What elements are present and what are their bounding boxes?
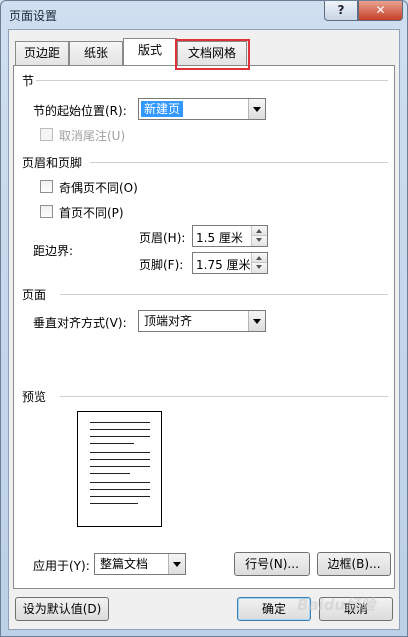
spin-down-icon[interactable] [252, 263, 267, 273]
vertical-align-label: 垂直对齐方式(V): [33, 316, 127, 330]
set-as-default-button[interactable]: 设为默认值(D) [15, 597, 109, 621]
title-bar[interactable]: 页面设置 ? ✕ [1, 1, 407, 29]
preview-text-line [90, 466, 150, 467]
section-divider [36, 80, 388, 81]
odd-even-checkbox[interactable] [40, 180, 53, 193]
preview-text-line [90, 452, 150, 453]
preview-text-line [90, 422, 150, 423]
chevron-down-icon[interactable] [248, 99, 265, 119]
header-distance-value: 1.5 厘米 [196, 231, 243, 245]
tab-margins[interactable]: 页边距 [15, 41, 69, 65]
preview-text-line [90, 436, 150, 437]
apply-to-label: 应用于(Y): [33, 559, 90, 573]
footer-distance-label: 页脚(F): [139, 258, 184, 272]
spin-up-icon[interactable] [252, 253, 267, 263]
dialog-title: 页面设置 [9, 9, 58, 23]
close-button[interactable]: ✕ [358, 1, 403, 21]
layout-tab-panel: 节 节的起始位置(R): 新建页 取消尾注(U) 页眉和页脚 奇偶页不同(O) … [13, 65, 395, 589]
spin-down-icon[interactable] [252, 236, 267, 246]
page-setup-dialog: 页面设置 ? ✕ 页边距 纸张 版式 文档网格 节 节的起始位置(R): 新建页… [0, 0, 408, 637]
header-footer-heading: 页眉和页脚 [22, 156, 83, 170]
section-start-label: 节的起始位置(R): [33, 104, 127, 118]
first-page-checkbox[interactable] [40, 205, 53, 218]
section-start-select[interactable]: 新建页 [138, 98, 266, 120]
section-heading: 节 [22, 74, 35, 88]
dialog-client-area: 页边距 纸张 版式 文档网格 节 节的起始位置(R): 新建页 取消尾注(U) … [8, 29, 400, 630]
preview-text-line [90, 473, 130, 474]
chevron-down-icon[interactable] [168, 554, 185, 574]
vertical-align-select[interactable]: 顶端对齐 [138, 310, 266, 332]
preview-text-line [90, 443, 134, 444]
suppress-endnotes-label: 取消尾注(U) [59, 129, 126, 143]
spinner-buttons [251, 226, 267, 246]
preview-text-line [90, 489, 150, 490]
preview-heading: 预览 [22, 390, 47, 404]
preview-text-line [90, 482, 150, 483]
apply-to-value: 整篇文档 [100, 557, 149, 571]
preview-divider [60, 396, 388, 397]
section-start-value: 新建页 [141, 101, 184, 117]
apply-to-select[interactable]: 整篇文档 [94, 553, 186, 575]
chevron-down-icon[interactable] [248, 311, 265, 331]
odd-even-label: 奇偶页不同(O) [59, 181, 138, 195]
page-divider [60, 294, 388, 295]
suppress-endnotes-checkbox[interactable] [40, 128, 53, 141]
footer-distance-value: 1.75 厘米 [196, 258, 251, 272]
first-page-label: 首页不同(P) [59, 206, 124, 220]
preview-text-line [90, 503, 138, 504]
preview-text-line [90, 459, 150, 460]
preview-page-thumbnail [77, 411, 162, 527]
header-distance-spinner[interactable]: 1.5 厘米 [192, 225, 268, 247]
footer-distance-spinner[interactable]: 1.75 厘米 [192, 252, 268, 274]
page-heading: 页面 [22, 288, 47, 302]
red-highlight-box [175, 39, 250, 70]
spin-up-icon[interactable] [252, 226, 267, 236]
from-edge-label: 距边界: [33, 244, 74, 258]
preview-text-line [90, 429, 150, 430]
line-numbers-button[interactable]: 行号(N)... [234, 552, 310, 576]
preview-text-line [90, 496, 150, 497]
vertical-align-value: 顶端对齐 [144, 314, 193, 328]
help-button[interactable]: ? [324, 1, 358, 21]
header-distance-label: 页眉(H): [139, 231, 186, 245]
tab-paper[interactable]: 纸张 [69, 41, 123, 65]
spinner-buttons [251, 253, 267, 273]
header-footer-divider [90, 162, 388, 163]
tab-layout[interactable]: 版式 [123, 38, 177, 65]
borders-button[interactable]: 边框(B)... [317, 552, 391, 576]
baidu-watermark: Baidu经验 [297, 596, 376, 614]
